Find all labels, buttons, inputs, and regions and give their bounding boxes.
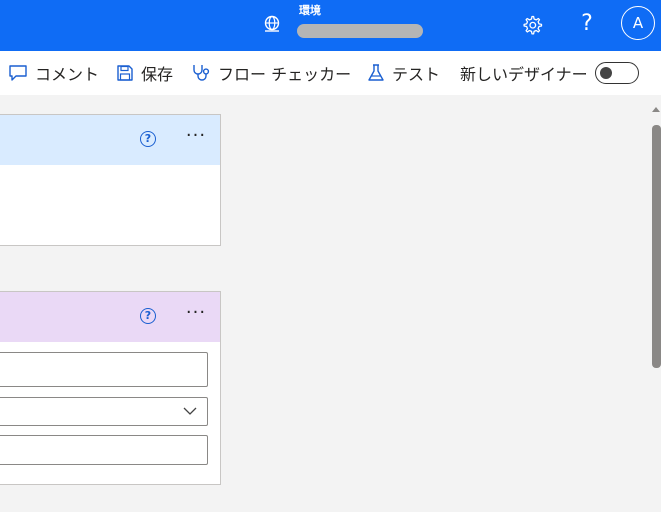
- user-avatar[interactable]: A: [621, 6, 655, 40]
- dropdown-select[interactable]: [0, 397, 208, 426]
- more-options-icon[interactable]: ···: [182, 304, 210, 326]
- flow-card-trigger[interactable]: ? ···: [0, 114, 221, 246]
- help-icon[interactable]: ?: [577, 10, 597, 38]
- card-header[interactable]: ? ···: [0, 292, 220, 342]
- gear-icon[interactable]: [521, 14, 543, 36]
- environment-selector[interactable]: [297, 24, 423, 38]
- chevron-down-icon: [183, 407, 197, 415]
- help-icon[interactable]: ?: [140, 131, 156, 147]
- environment-label: 環境: [299, 4, 321, 17]
- comment-label: コメント: [35, 65, 100, 84]
- comment-icon: [9, 65, 27, 81]
- more-options-icon[interactable]: ···: [182, 127, 210, 149]
- toggle-knob: [600, 66, 612, 79]
- save-icon: [117, 65, 133, 81]
- help-icon[interactable]: ?: [140, 308, 156, 324]
- flow-checker-label: フロー チェッカー: [218, 65, 352, 84]
- save-button[interactable]: 保存: [116, 51, 173, 95]
- test-label: テスト: [392, 65, 441, 84]
- comment-button[interactable]: コメント: [8, 51, 99, 95]
- top-header-bar: 環境 ? A: [0, 0, 661, 51]
- new-designer-toggle[interactable]: [595, 62, 639, 84]
- globe-icon: [264, 15, 280, 32]
- text-input[interactable]: [0, 435, 208, 465]
- new-designer-label: 新しいデザイナー: [460, 65, 588, 84]
- card-header[interactable]: ? ···: [0, 115, 220, 165]
- command-bar: コメント 保存 フロー チェッカー テスト 新しいデザイナー: [0, 51, 661, 95]
- flow-card-action[interactable]: ? ···: [0, 291, 221, 485]
- scroll-up-arrow-icon[interactable]: [651, 104, 661, 114]
- text-input[interactable]: [0, 352, 208, 387]
- flask-icon: [368, 64, 384, 81]
- stethoscope-icon: [193, 65, 210, 81]
- vertical-scrollbar-thumb[interactable]: [652, 125, 661, 368]
- flow-checker-button[interactable]: フロー チェッカー: [191, 51, 351, 95]
- test-button[interactable]: テスト: [367, 51, 440, 95]
- save-label: 保存: [141, 65, 174, 84]
